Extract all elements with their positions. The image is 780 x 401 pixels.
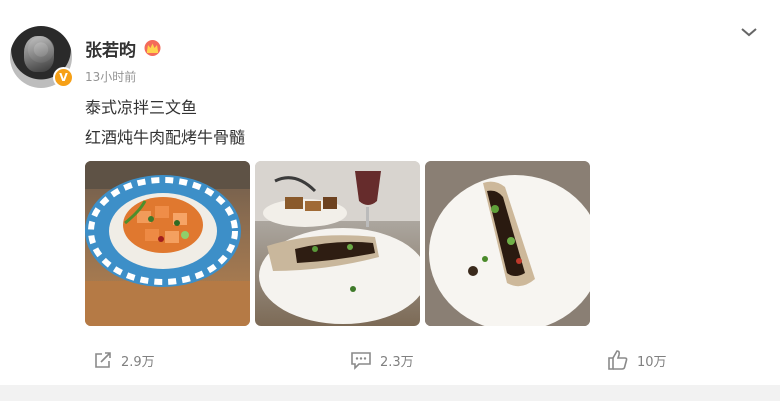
verified-badge-icon: V [53,67,74,88]
share-icon [95,352,111,368]
like-button[interactable]: 10万 [607,347,667,373]
like-count: 10万 [637,354,667,370]
photo-beef-bone-marrow-plate-icon [425,161,590,326]
feed-divider [0,385,780,401]
photo-beef-bone-marrow-wine-icon [255,161,420,324]
post-image-1[interactable] [85,161,250,326]
author-name[interactable]: 张若昀 [85,36,136,61]
share-count: 2.9万 [121,354,155,370]
thumbs-up-icon [608,350,628,370]
post-image-2[interactable] [255,161,420,326]
post-image-3[interactable] [425,161,590,326]
comment-count: 2.3万 [380,354,414,370]
photo-salmon-salad-icon [85,161,250,326]
avatar-portrait [24,36,54,72]
post-time[interactable]: 13小时前 [85,68,136,85]
chevron-down-icon[interactable] [739,22,759,42]
post-text-line: 泰式凉拌三文鱼 [85,98,198,117]
post-text-line: 红酒炖牛肉配烤牛骨髓 [85,128,246,147]
share-button[interactable]: 2.9万 [93,347,155,373]
comment-icon [351,352,371,370]
vip-crown-icon [144,40,161,56]
comment-button[interactable]: 2.3万 [350,347,414,373]
